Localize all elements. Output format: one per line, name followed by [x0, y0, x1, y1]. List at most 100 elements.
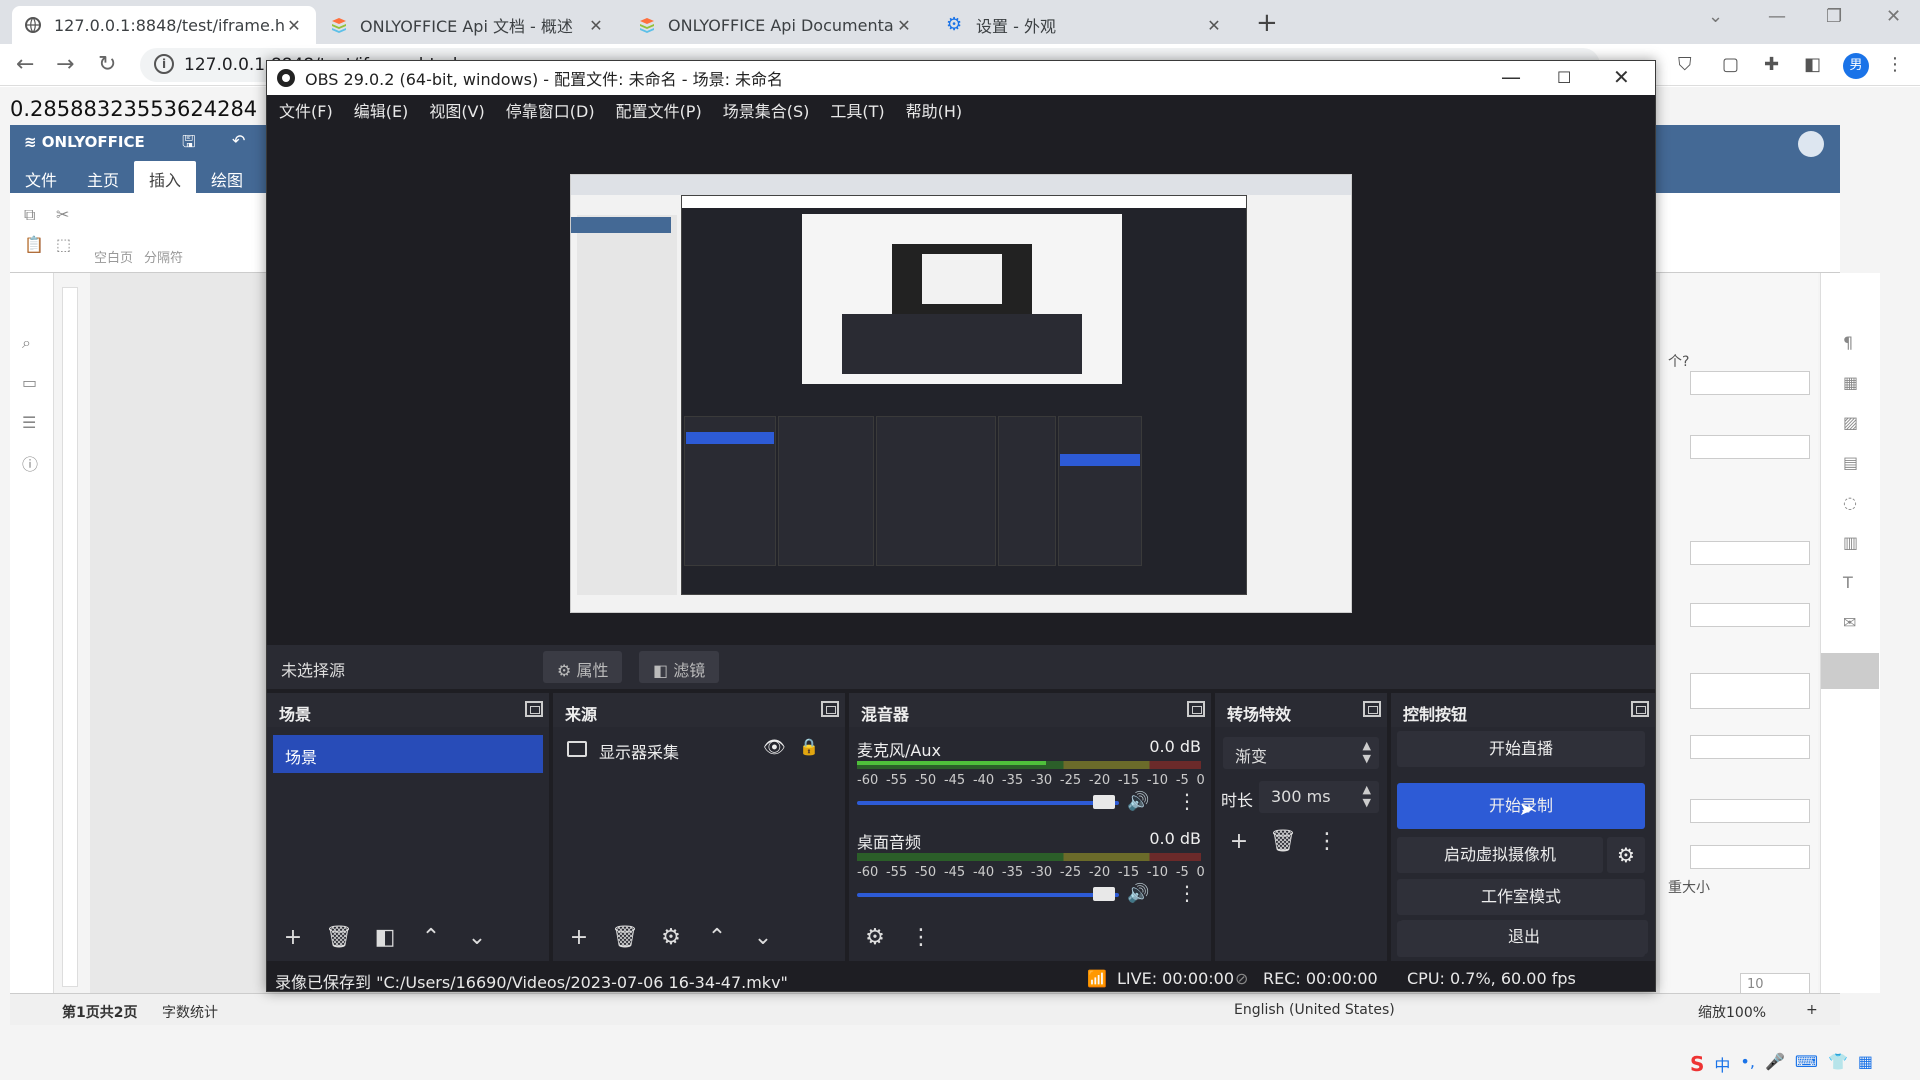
- more-options-icon[interactable]: ⋮: [1309, 825, 1345, 859]
- zoom-level[interactable]: 缩放100%: [1698, 1002, 1766, 1022]
- volume-slider[interactable]: [857, 801, 1119, 805]
- separator-button[interactable]: 分隔符: [144, 247, 183, 266]
- scene-list-item[interactable]: 场景: [273, 735, 543, 773]
- zoom-in-icon[interactable]: +: [1806, 1002, 1818, 1018]
- ime-menu-icon[interactable]: ▦: [1858, 1052, 1873, 1080]
- source-list-item[interactable]: 显示器采集 👁 🔒: [567, 737, 829, 765]
- navigation-icon[interactable]: ☰: [22, 413, 36, 432]
- trash-icon[interactable]: 🗑: [1265, 825, 1301, 859]
- speaker-icon[interactable]: 🔊: [1127, 791, 1149, 812]
- down-arrow-icon[interactable]: ⌄: [459, 921, 495, 955]
- more-options-icon[interactable]: ⋮: [1177, 881, 1197, 905]
- new-tab-plus-icon[interactable]: +: [1256, 8, 1278, 38]
- minimize-icon[interactable]: —: [1768, 6, 1786, 27]
- menu-scene-collection[interactable]: 场景集合(S): [723, 98, 810, 122]
- volume-slider-handle[interactable]: [1093, 795, 1115, 809]
- start-virtual-camera-button[interactable]: 启动虚拟摄像机: [1397, 837, 1603, 873]
- sogou-logo-icon[interactable]: S: [1690, 1052, 1704, 1080]
- text-art-icon[interactable]: T: [1843, 573, 1853, 592]
- panel-dropdown[interactable]: [1690, 371, 1810, 395]
- extension-square-icon[interactable]: ▢: [1722, 54, 1739, 75]
- page-count[interactable]: 第1页共2页: [62, 1002, 137, 1022]
- header-footer-icon[interactable]: ▤: [1843, 453, 1858, 472]
- dock-float-icon[interactable]: [1363, 701, 1381, 717]
- menu-tools[interactable]: 工具(T): [830, 98, 884, 122]
- dock-float-icon[interactable]: [1631, 701, 1649, 717]
- ime-punctuation-icon[interactable]: •,: [1740, 1052, 1755, 1080]
- paste-icon[interactable]: 📋: [24, 235, 44, 254]
- mail-icon[interactable]: ✉: [1843, 613, 1856, 632]
- menu-edit[interactable]: 编辑(E): [354, 98, 409, 122]
- panel-field[interactable]: [1690, 603, 1810, 627]
- exit-button[interactable]: 退出: [1400, 920, 1648, 954]
- shape-icon[interactable]: ◌: [1843, 493, 1857, 512]
- tab-draw[interactable]: 绘图: [196, 161, 258, 193]
- save-icon[interactable]: 🖫: [182, 131, 196, 158]
- browser-tab-1[interactable]: 127.0.0.1:8848/test/iframe.htm ✕: [12, 6, 316, 44]
- comment-icon[interactable]: ▭: [22, 373, 37, 392]
- obs-minimize-icon[interactable]: —: [1501, 65, 1521, 89]
- forward-arrow-icon[interactable]: →: [56, 52, 74, 77]
- add-icon[interactable]: +: [275, 921, 311, 955]
- restore-icon[interactable]: ❐: [1826, 6, 1842, 27]
- properties-button[interactable]: ⚙ 属性: [543, 651, 623, 683]
- trash-icon[interactable]: 🗑: [321, 921, 357, 955]
- language-selector[interactable]: English (United States): [1234, 1002, 1395, 1018]
- trash-icon[interactable]: 🗑: [607, 921, 643, 955]
- image-icon[interactable]: ▨: [1843, 413, 1858, 432]
- tab-close-icon[interactable]: ✕: [284, 16, 304, 35]
- filter-icon[interactable]: ◧: [367, 921, 403, 955]
- tab-insert[interactable]: 插入: [134, 161, 197, 193]
- tab-close-icon[interactable]: ✕: [894, 16, 914, 35]
- up-arrow-icon[interactable]: ⌃: [699, 921, 735, 955]
- filters-button[interactable]: ◧ 滤镜: [639, 651, 720, 683]
- blank-page-button[interactable]: 空白页: [94, 247, 133, 266]
- back-arrow-icon[interactable]: ←: [16, 52, 34, 77]
- side-panel-icon[interactable]: ◧: [1804, 54, 1821, 75]
- form-icon[interactable]: [1821, 653, 1879, 689]
- site-info-icon[interactable]: i: [154, 54, 174, 74]
- panel-field[interactable]: [1690, 735, 1810, 759]
- extension-shield-icon[interactable]: ⛉: [1678, 54, 1692, 75]
- tab-close-icon[interactable]: ✕: [586, 16, 606, 35]
- chart-icon[interactable]: ▥: [1843, 533, 1858, 552]
- advanced-audio-gear-icon[interactable]: ⚙: [857, 921, 893, 955]
- add-icon[interactable]: +: [1221, 825, 1257, 859]
- up-arrow-icon[interactable]: ⌃: [413, 921, 449, 955]
- tab-home[interactable]: 主页: [72, 161, 134, 193]
- copy-icon[interactable]: ⧉: [24, 205, 35, 225]
- browser-tab-3[interactable]: ONLYOFFICE Api Documentati ✕: [626, 6, 926, 44]
- word-count-button[interactable]: 字数统计: [162, 1002, 218, 1022]
- ime-chinese-mode[interactable]: 中: [1714, 1052, 1730, 1080]
- panel-dropdown[interactable]: [1690, 435, 1810, 459]
- studio-mode-button[interactable]: 工作室模式: [1397, 879, 1645, 915]
- gear-icon[interactable]: ⚙: [653, 921, 689, 955]
- table-icon[interactable]: ▦: [1843, 373, 1858, 392]
- extensions-puzzle-icon[interactable]: ✚: [1764, 54, 1779, 75]
- browser-menu-icon[interactable]: ⋮: [1886, 54, 1904, 75]
- dock-float-icon[interactable]: [1187, 701, 1205, 717]
- obs-preview[interactable]: [267, 125, 1655, 645]
- menu-docks[interactable]: 停靠窗口(D): [506, 98, 595, 122]
- virtual-camera-settings-gear-icon[interactable]: ⚙: [1607, 837, 1645, 873]
- browser-tab-4[interactable]: ⚙ 设置 - 外观 ✕: [934, 6, 1236, 44]
- tab-search-chevron-icon[interactable]: ⌄: [1708, 6, 1723, 27]
- panel-field[interactable]: [1690, 673, 1810, 709]
- info-icon[interactable]: ⓘ: [22, 451, 38, 475]
- menu-file[interactable]: 文件(F): [279, 98, 333, 122]
- speaker-icon[interactable]: 🔊: [1127, 883, 1149, 904]
- more-options-icon[interactable]: ⋮: [1177, 789, 1197, 813]
- user-avatar[interactable]: [1798, 131, 1824, 157]
- microphone-icon[interactable]: 🎤: [1765, 1052, 1785, 1080]
- reload-icon[interactable]: ↻: [98, 52, 116, 77]
- volume-slider[interactable]: [857, 893, 1119, 897]
- obs-close-icon[interactable]: ✕: [1613, 65, 1630, 89]
- tab-file[interactable]: 文件: [10, 161, 72, 193]
- volume-slider-handle[interactable]: [1093, 887, 1115, 901]
- lock-icon[interactable]: 🔒: [799, 737, 819, 756]
- duration-spinbox[interactable]: 300 ms ▲ ▼: [1259, 781, 1379, 813]
- skin-icon[interactable]: 👕: [1828, 1052, 1848, 1080]
- dock-float-icon[interactable]: [821, 701, 839, 717]
- start-streaming-button[interactable]: 开始直播: [1397, 731, 1645, 767]
- panel-dropdown[interactable]: [1690, 799, 1810, 823]
